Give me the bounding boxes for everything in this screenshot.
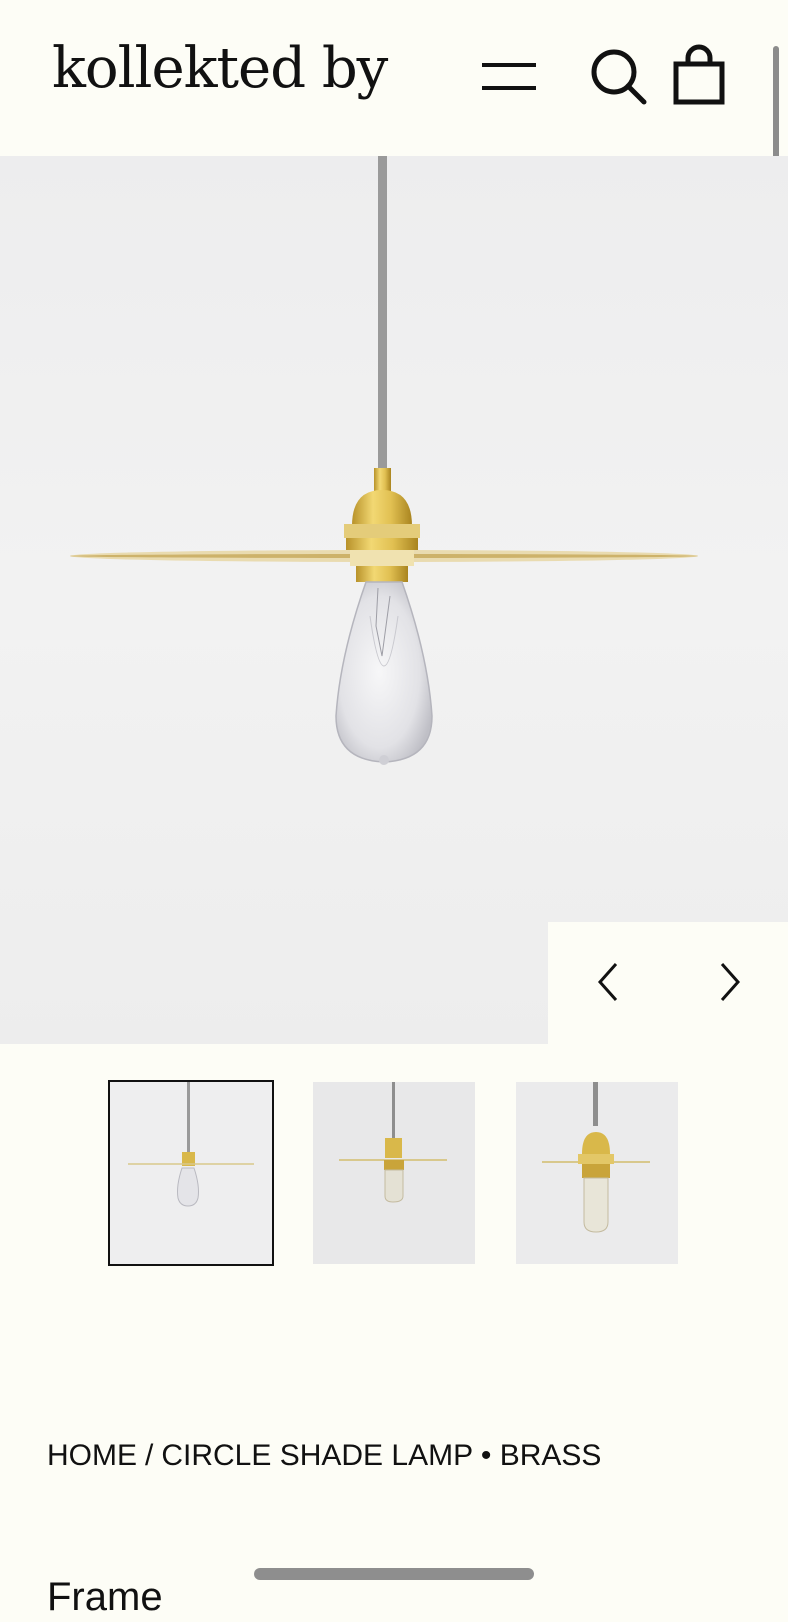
search-button[interactable] (586, 44, 652, 106)
thumbnail-2[interactable] (313, 1082, 475, 1264)
site-header: kollekted by (0, 0, 788, 156)
hamburger-menu-icon (482, 63, 536, 90)
chevron-left-icon (597, 963, 618, 1001)
next-image-button[interactable] (702, 956, 754, 1008)
product-section-label: Frame (47, 1575, 163, 1619)
breadcrumb-home-link[interactable]: HOME (47, 1439, 137, 1472)
breadcrumb: HOME / CIRCLE SHADE LAMP • BRASS (47, 1436, 601, 1476)
pendant-lamp-image (70, 156, 698, 765)
thumbnail-3[interactable] (516, 1082, 678, 1264)
thumbnail-lamp-closeup-image (516, 1082, 678, 1264)
previous-image-button[interactable] (584, 956, 636, 1008)
chevron-right-icon (720, 963, 741, 1001)
cart-button[interactable] (668, 44, 732, 106)
home-indicator-bar[interactable] (254, 1568, 534, 1580)
thumbnail-1[interactable] (108, 1080, 274, 1266)
breadcrumb-separator: / (145, 1439, 154, 1472)
menu-button[interactable] (478, 52, 540, 100)
product-main-image[interactable] (0, 156, 788, 1044)
brand-logo[interactable]: kollekted by (52, 34, 388, 104)
breadcrumb-current: CIRCLE SHADE LAMP • BRASS (161, 1439, 602, 1472)
thumbnail-lamp-side-image (313, 1082, 475, 1264)
search-icon (591, 49, 647, 105)
thumbnail-lamp-front-image (110, 1082, 272, 1264)
shopping-bag-icon (673, 44, 725, 105)
